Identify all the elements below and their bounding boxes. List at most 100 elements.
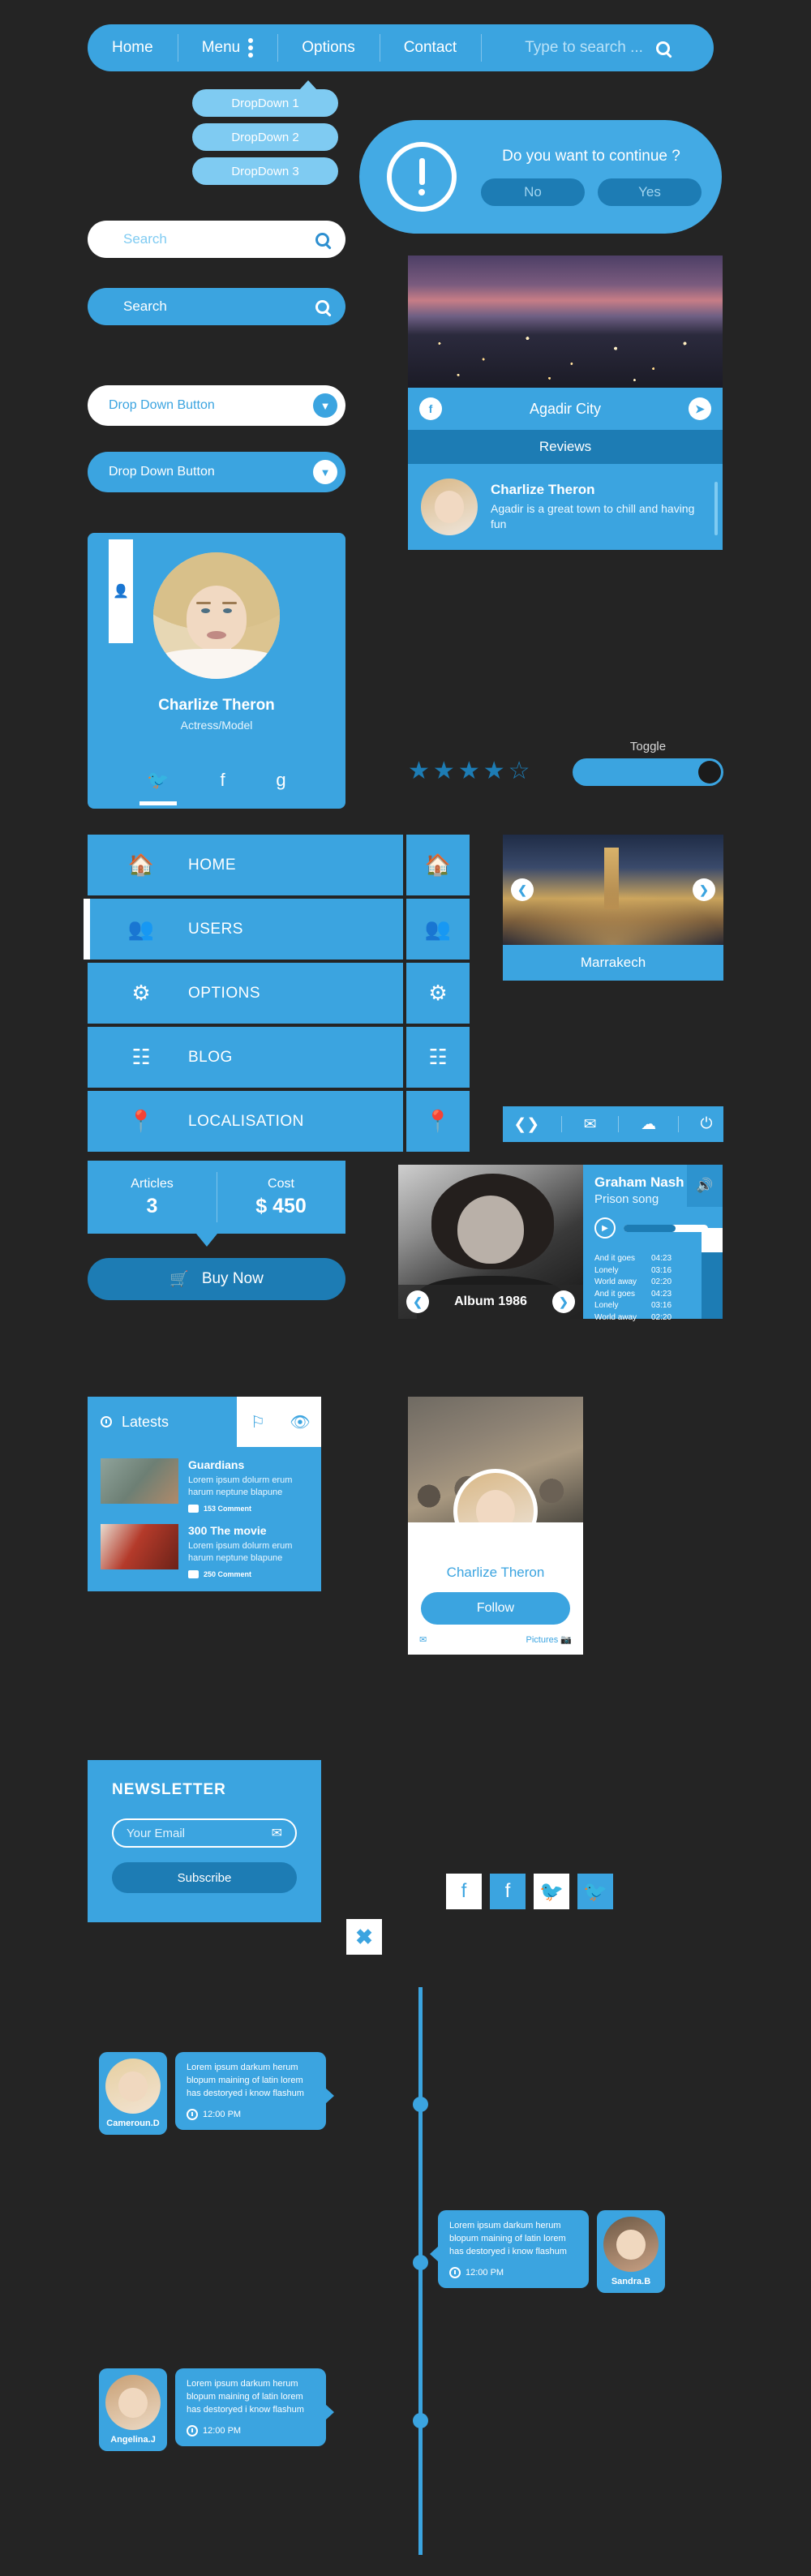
follow-button-label: Follow xyxy=(476,1601,515,1615)
power-icon[interactable]: ⏻ xyxy=(701,1115,713,1133)
track-row[interactable]: Lonely 03:16 xyxy=(594,1265,711,1277)
pictures-icon[interactable]: 📷 xyxy=(560,1635,572,1645)
avatar xyxy=(105,2375,161,2430)
dropdown-bubble-item[interactable]: DropDown 2 xyxy=(192,123,338,151)
list-icon[interactable]: ☷ xyxy=(406,1027,470,1088)
track-row[interactable]: World away 02:20 xyxy=(594,1312,711,1324)
search-icon[interactable] xyxy=(315,232,329,247)
twitter-icon[interactable]: 🐦 xyxy=(147,770,169,791)
stat-value: 3 xyxy=(146,1194,158,1217)
menu-item-blog[interactable]: ☷ BLOG xyxy=(88,1027,403,1088)
track-row[interactable]: Lonely 03:16 xyxy=(594,1300,711,1312)
twitter-icon[interactable]: 🐦 xyxy=(534,1874,569,1909)
dropdown-bubble-list: DropDown 1 DropDown 2 DropDown 3 xyxy=(192,80,338,191)
cloud-icon[interactable]: ☁ xyxy=(641,1115,656,1134)
toggle-knob[interactable] xyxy=(698,761,721,784)
search-label: Search xyxy=(123,231,167,247)
buy-now-button[interactable]: 🛒 Buy Now xyxy=(88,1258,345,1300)
timeline-person-card[interactable]: Angelina.J xyxy=(99,2368,167,2451)
star-filled[interactable]: ★ xyxy=(408,757,430,785)
prev-button[interactable]: ❮ xyxy=(406,1290,429,1313)
facebook-icon[interactable]: f xyxy=(221,770,225,791)
chevron-down-icon[interactable]: ▼ xyxy=(313,393,337,418)
toggle-switch[interactable] xyxy=(573,758,723,786)
star-empty[interactable]: ☆ xyxy=(508,757,530,785)
chevron-left-icon[interactable]: ❮ xyxy=(511,878,534,901)
track-row[interactable]: World away 02:20 xyxy=(594,1277,711,1289)
user-icon: 👤 xyxy=(109,539,133,643)
volume-slider[interactable] xyxy=(702,1228,723,1319)
track-row[interactable]: And it goes 04:23 xyxy=(594,1253,711,1265)
stat-value: $ 450 xyxy=(255,1194,307,1217)
inbox-icon[interactable]: ✉ xyxy=(584,1115,597,1134)
chevrons-icon[interactable]: ❮❯ xyxy=(513,1115,539,1134)
menu-item-localisation[interactable]: 📍 LOCALISATION xyxy=(88,1091,403,1152)
facebook-icon[interactable]: f xyxy=(446,1874,482,1909)
review-author: Charlize Theron xyxy=(491,482,595,498)
item-desc: Lorem ipsum dolurm erum harum neptune bl… xyxy=(188,1475,293,1498)
twitter-icon[interactable]: 🐦 xyxy=(577,1874,613,1909)
no-button[interactable]: No xyxy=(481,178,585,206)
star-filled[interactable]: ★ xyxy=(433,757,455,785)
dropdown-button-blue[interactable]: Drop Down Button ▼ xyxy=(88,452,345,492)
chevron-right-icon[interactable]: ❯ xyxy=(693,878,715,901)
exclamation-icon xyxy=(387,142,457,212)
kebab-icon[interactable] xyxy=(248,38,254,58)
search-icon[interactable] xyxy=(655,41,670,55)
item-title: 300 The movie xyxy=(188,1523,267,1537)
comment-icon xyxy=(188,1569,199,1578)
search-icon[interactable] xyxy=(315,299,329,314)
list-item[interactable]: 300 The movie Lorem ipsum dolurm erum ha… xyxy=(88,1513,321,1578)
main-menu: 🏠 HOME 👥 USERS ⚙ OPTIONS ☷ BLOG 📍 LOCALI… xyxy=(84,835,403,1155)
search-input-white[interactable]: Search xyxy=(88,221,345,258)
track-time: 02:20 xyxy=(651,1312,672,1322)
menu-item-label: HOME xyxy=(188,856,236,874)
mail-icon[interactable]: ✉ xyxy=(419,1634,427,1645)
toggle-label: Toggle xyxy=(629,740,667,753)
chevron-right-icon[interactable]: ➤ xyxy=(689,397,711,420)
menu-item-users[interactable]: 👥 USERS xyxy=(84,899,403,960)
email-field[interactable]: Your Email ✉ xyxy=(112,1818,297,1848)
nav-search-area[interactable]: Type to search ... xyxy=(481,24,714,71)
progress-bar[interactable] xyxy=(624,1224,708,1232)
nav-item-menu[interactable]: Menu xyxy=(177,24,278,71)
facebook-icon[interactable]: f xyxy=(419,397,442,420)
follow-button[interactable]: Follow xyxy=(421,1592,570,1625)
search-input-blue[interactable]: Search xyxy=(88,288,345,325)
google-plus-icon[interactable]: g xyxy=(276,770,285,791)
home-icon[interactable]: 🏠 xyxy=(406,835,470,895)
next-button[interactable]: ❯ xyxy=(552,1290,575,1313)
scrollbar[interactable] xyxy=(714,482,718,535)
speaker-icon[interactable]: 🔊 xyxy=(687,1165,723,1207)
nav-item-home[interactable]: Home xyxy=(88,24,178,71)
map-pin-icon[interactable]: 📍 xyxy=(406,1091,470,1152)
play-button[interactable]: ▶ xyxy=(594,1217,616,1239)
star-rating[interactable]: ★ ★ ★ ★ ☆ xyxy=(408,757,530,785)
list-item[interactable]: Guardians Lorem ipsum dolurm erum harum … xyxy=(88,1447,321,1513)
gear-icon[interactable]: ⚙ xyxy=(406,963,470,1024)
star-filled[interactable]: ★ xyxy=(483,757,505,785)
facebook-icon[interactable]: f xyxy=(490,1874,526,1909)
timeline-person-card[interactable]: Cameroun.D xyxy=(99,2052,167,2135)
star-filled[interactable]: ★ xyxy=(458,757,480,785)
gear-icon: ⚙ xyxy=(131,981,151,1005)
chevron-down-icon[interactable]: ▼ xyxy=(313,460,337,484)
dropdown-bubble-item[interactable]: DropDown 3 xyxy=(192,157,338,185)
flag-icon[interactable]: ⚐ xyxy=(237,1397,279,1447)
item-title: Guardians xyxy=(188,1458,245,1471)
menu-item-label: BLOG xyxy=(188,1048,233,1066)
nav-item-options[interactable]: Options xyxy=(277,24,379,71)
dropdown-bubble-item[interactable]: DropDown 1 xyxy=(192,80,338,117)
menu-item-options[interactable]: ⚙ OPTIONS xyxy=(88,963,403,1024)
subscribe-button[interactable]: Subscribe xyxy=(112,1862,297,1893)
yes-button[interactable]: Yes xyxy=(598,178,702,206)
cart-icon: 🛒 xyxy=(169,1271,189,1288)
dropdown-button-white[interactable]: Drop Down Button ▼ xyxy=(88,385,345,426)
timeline-person-card[interactable]: Sandra.B xyxy=(597,2210,665,2293)
track-row[interactable]: And it goes 04:23 xyxy=(594,1289,711,1301)
nav-item-contact[interactable]: Contact xyxy=(379,24,481,71)
close-icon[interactable]: ✖ xyxy=(346,1919,382,1955)
menu-item-home[interactable]: 🏠 HOME xyxy=(88,835,403,895)
users-icon[interactable]: 👥 xyxy=(406,899,470,960)
eye-icon[interactable]: 👁 xyxy=(279,1397,321,1447)
